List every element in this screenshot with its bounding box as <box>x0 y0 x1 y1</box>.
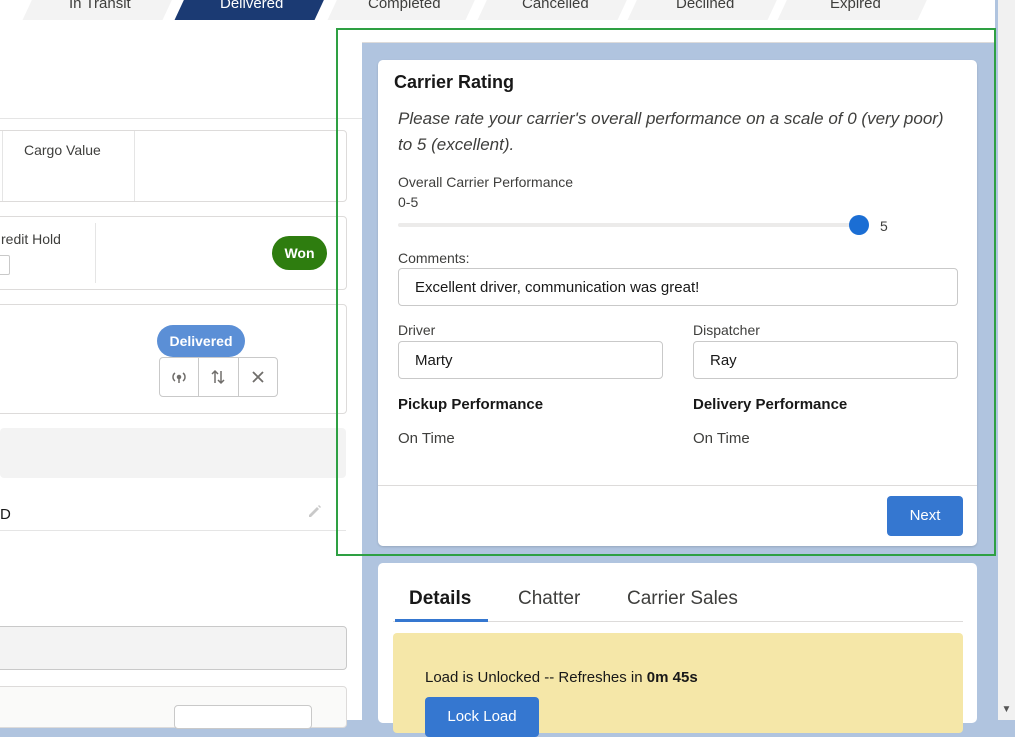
comments-label: Comments: <box>398 250 470 266</box>
slider-value: 5 <box>880 218 888 234</box>
tab-chatter[interactable]: Chatter <box>518 588 580 610</box>
footer-divider <box>378 485 977 486</box>
cell-divider <box>2 131 3 201</box>
credit-hold-label: redit Hold <box>1 231 61 247</box>
active-tab-indicator <box>395 619 488 622</box>
path-step-declined[interactable]: Declined <box>627 0 783 20</box>
dispatcher-input[interactable]: Ray <box>693 341 958 379</box>
performance-slider-track[interactable] <box>398 223 860 227</box>
driver-label: Driver <box>398 322 436 338</box>
cell-divider <box>134 131 135 201</box>
comments-input[interactable]: Excellent driver, communication was grea… <box>398 268 958 306</box>
carrier-rating-card: Carrier Rating Please rate your carrier'… <box>378 60 977 546</box>
notice-message: Load is Unlocked -- Refreshes in <box>425 669 647 686</box>
delivery-performance-value: On Time <box>693 430 750 447</box>
cell-divider <box>95 223 96 283</box>
path-bar: In Transit Delivered Completed Cancelled… <box>0 0 995 43</box>
pickup-performance-label: Pickup Performance <box>398 396 544 413</box>
range-label: 0-5 <box>398 194 419 210</box>
won-badge: Won <box>272 236 327 270</box>
section-header <box>0 428 346 478</box>
lock-load-button[interactable]: Lock Load <box>425 697 539 737</box>
performance-label: Overall Carrier Performance <box>398 174 574 190</box>
path-step-completed[interactable]: Completed <box>327 0 481 20</box>
edit-pencil-icon[interactable] <box>307 503 323 524</box>
cargo-value-label: Cargo Value <box>24 142 101 158</box>
delivery-performance-label: Delivery Performance <box>693 396 848 413</box>
divider <box>0 118 362 119</box>
page-scrollbar[interactable] <box>998 0 1015 720</box>
text-area[interactable] <box>0 626 347 670</box>
toolbar-button-group[interactable] <box>174 705 312 729</box>
pickup-performance-value: On Time <box>398 430 455 447</box>
swap-icon[interactable] <box>199 358 239 396</box>
performance-slider-thumb[interactable] <box>849 215 869 235</box>
refresh-countdown: 0m 45s <box>646 669 698 686</box>
signal-icon[interactable] <box>160 358 200 396</box>
credit-hold-checkbox[interactable] <box>0 255 10 275</box>
path-step-expired[interactable]: Expired <box>777 0 933 20</box>
action-button-group <box>159 357 278 397</box>
rating-instructions: Please rate your carrier's overall perfo… <box>398 109 944 154</box>
partial-field-value: D <box>0 506 11 523</box>
path-step-cancelled[interactable]: Cancelled <box>477 0 633 20</box>
cargo-card: Cargo Value <box>0 130 347 202</box>
scroll-down-icon[interactable]: ▼ <box>998 700 1015 720</box>
path-step-delivered[interactable]: Delivered <box>174 0 330 20</box>
lock-status-notice: Load is Unlocked -- Refreshes in 0m 45s … <box>393 633 963 737</box>
notice-text: Load is Unlocked -- Refreshes in 0m 45s <box>425 669 698 686</box>
close-icon[interactable] <box>239 358 277 396</box>
path-step-in-transit[interactable]: In Transit <box>22 0 178 20</box>
next-button[interactable]: Next <box>887 496 963 536</box>
tab-carrier-sales[interactable]: Carrier Sales <box>627 588 738 610</box>
dispatcher-label: Dispatcher <box>693 322 760 338</box>
carrier-rating-title: Carrier Rating <box>394 72 515 92</box>
driver-input[interactable]: Marty <box>398 341 663 379</box>
toolbar-card <box>0 686 347 729</box>
divider <box>0 530 346 531</box>
tab-details[interactable]: Details <box>409 588 471 610</box>
delivered-badge: Delivered <box>157 325 245 357</box>
details-card: Details Chatter Carrier Sales Load is Un… <box>378 563 977 737</box>
